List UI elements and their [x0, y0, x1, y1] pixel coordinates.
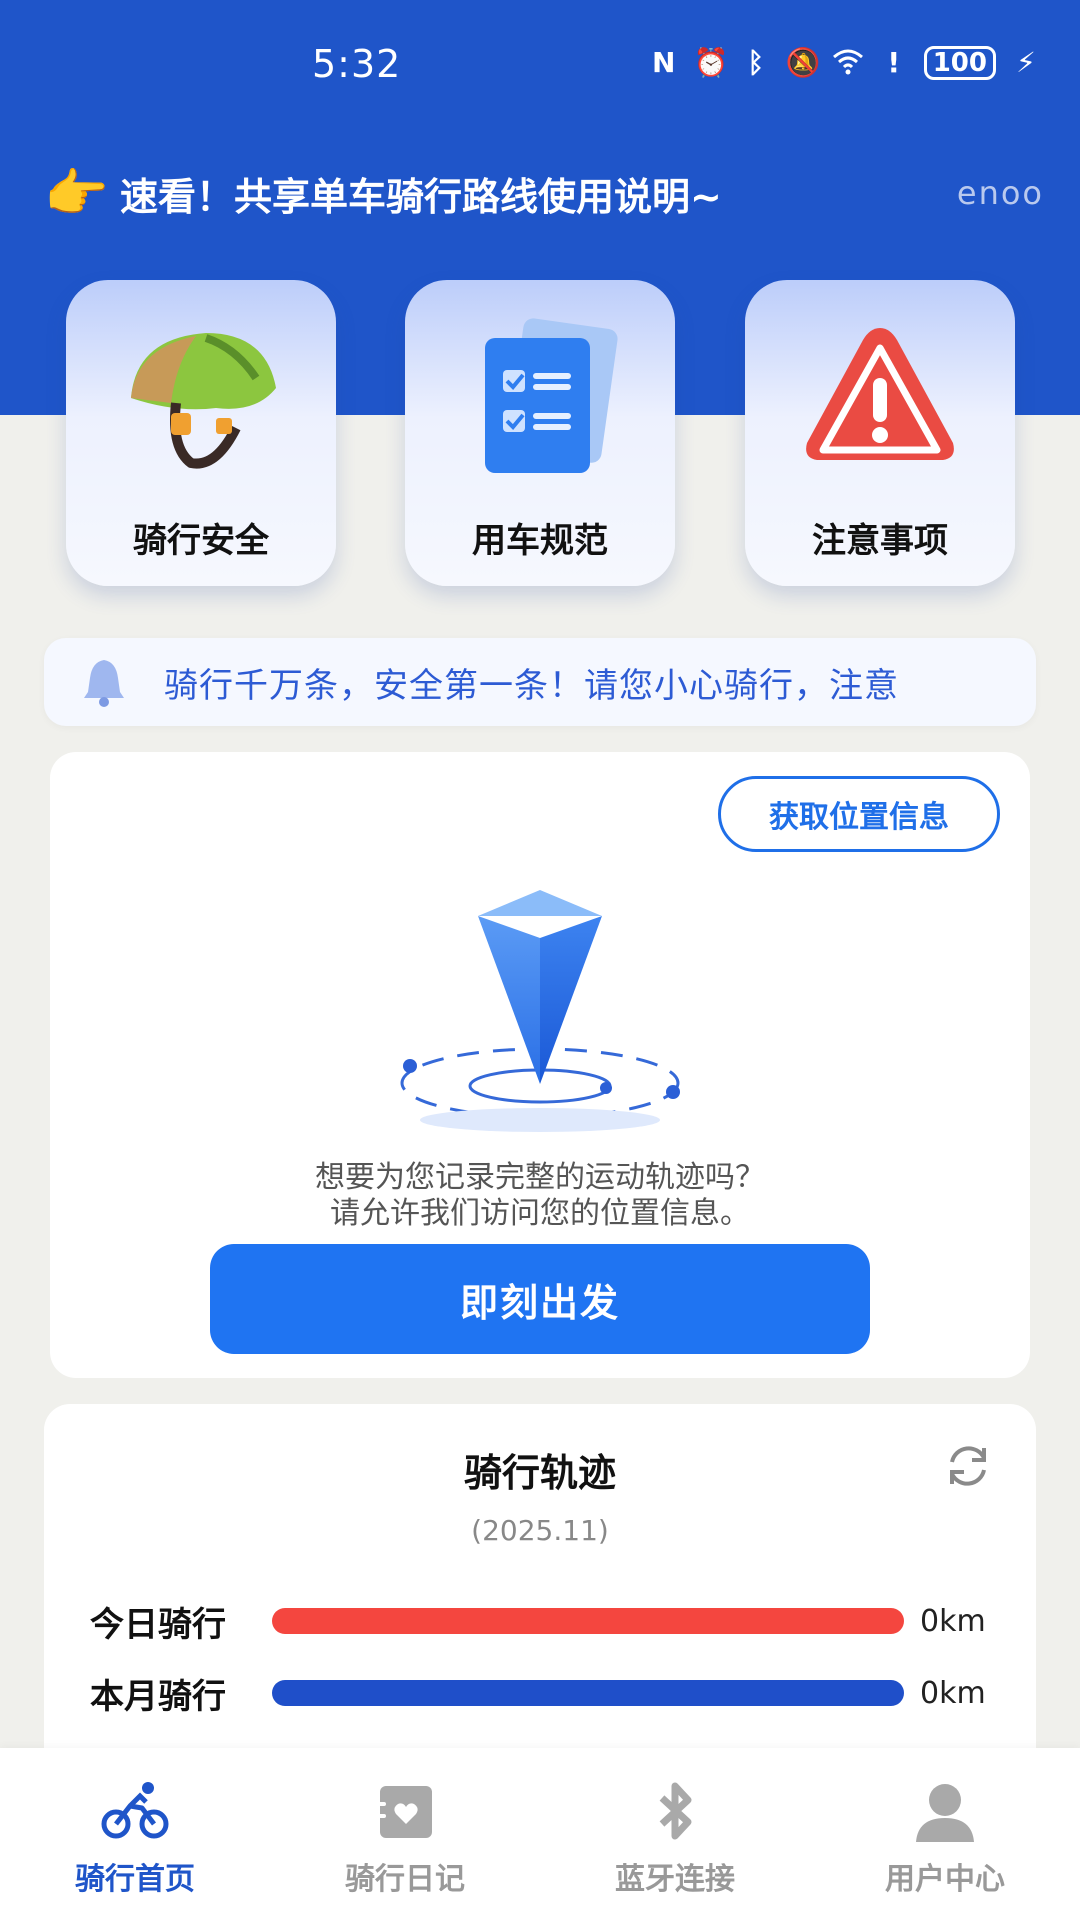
nav-item-user[interactable]: 用户中心: [810, 1748, 1080, 1920]
stat-label: 本月骑行: [90, 1676, 226, 1717]
mute-icon: 🔕: [785, 46, 821, 79]
location-prompt: 想要为您记录完整的运动轨迹吗？ 请允许我们访问您的位置信息。: [50, 1160, 1030, 1232]
safety-notice-bar: 骑行千万条，安全第一条！请您小心骑行，注意: [44, 638, 1036, 726]
stat-bar-month: [272, 1680, 904, 1706]
get-location-button[interactable]: 获取位置信息: [718, 776, 1000, 852]
nav-label: 用户中心: [885, 1862, 1005, 1897]
nav-item-home[interactable]: 骑行首页: [0, 1748, 270, 1920]
nav-label: 骑行日记: [345, 1862, 465, 1897]
nfc-icon: N: [652, 46, 676, 79]
announcement-bar[interactable]: 👉 速看！共享单车骑行路线使用说明~ enoo: [44, 160, 1044, 226]
warning-icon: [806, 328, 954, 460]
status-bar: 5:32 N ⏰ ᛒ 🔕 ! 100 ⚡: [0, 0, 1080, 130]
feature-card-notes[interactable]: 注意事项: [745, 280, 1015, 586]
bluetooth-icon: ᛒ: [747, 46, 765, 79]
stat-label: 今日骑行: [90, 1604, 226, 1645]
location-prompt-line2: 请允许我们访问您的位置信息。: [330, 1196, 750, 1231]
feature-card-rules[interactable]: 用车规范: [405, 280, 675, 586]
notice-text: 骑行千万条，安全第一条！请您小心骑行，注意: [164, 665, 899, 706]
nav-item-diary[interactable]: 骑行日记: [270, 1748, 540, 1920]
diary-heart-icon: [374, 1786, 432, 1838]
nav-label: 蓝牙连接: [615, 1862, 735, 1897]
bicycle-icon: [101, 1782, 169, 1839]
user-icon: [916, 1784, 974, 1842]
brand-logo: enoo: [956, 174, 1044, 212]
track-title: 骑行轨迹: [463, 1451, 616, 1495]
alert-icon: !: [887, 46, 901, 79]
stat-bar-today: [272, 1608, 904, 1634]
track-date: (2025.11): [471, 1514, 609, 1547]
charging-icon: ⚡: [1016, 46, 1036, 79]
helmet-icon: [131, 333, 276, 469]
feature-label: 骑行安全: [133, 521, 269, 561]
start-riding-button[interactable]: 即刻出发: [210, 1244, 870, 1354]
ride-track-card: 骑行轨迹 (2025.11) 今日骑行 0km 本月骑行 0km: [44, 1404, 1036, 1784]
bluetooth-icon: [659, 1782, 692, 1840]
bell-icon: [44, 654, 164, 710]
bottom-navigation: 骑行首页 骑行日记 蓝牙连接 用户中心: [0, 1748, 1080, 1920]
status-icons: N ⏰ ᛒ 🔕 ! 100 ⚡: [648, 46, 1042, 80]
status-time: 5:32: [312, 42, 402, 86]
pointing-hand-icon: 👉: [44, 163, 109, 224]
alarm-icon: ⏰: [693, 46, 729, 79]
wifi-icon: [832, 47, 864, 79]
refresh-icon[interactable]: [942, 1440, 994, 1492]
feature-label: 注意事项: [812, 521, 948, 561]
battery-indicator: 100: [923, 46, 996, 80]
stat-row-today: 今日骑行 0km: [90, 1596, 1000, 1646]
location-prompt-line1: 想要为您记录完整的运动轨迹吗？: [315, 1160, 765, 1195]
feature-card-safety[interactable]: 骑行安全: [66, 280, 336, 586]
nav-item-bluetooth[interactable]: 蓝牙连接: [540, 1748, 810, 1920]
location-pin-icon: [400, 890, 680, 1132]
checklist-icon: [485, 318, 618, 473]
nav-label: 骑行首页: [75, 1862, 195, 1897]
announcement-text: 速看！共享单车骑行路线使用说明~: [120, 174, 722, 219]
location-permission-card: 获取位置信息 想要为您记录完整的运动轨迹吗？ 请允许我们访问您的位置信息。 即刻…: [50, 752, 1030, 1378]
stat-value: 0km: [920, 1675, 986, 1711]
stat-value: 0km: [920, 1603, 986, 1639]
stat-row-month: 本月骑行 0km: [90, 1668, 1000, 1718]
feature-label: 用车规范: [472, 521, 608, 561]
